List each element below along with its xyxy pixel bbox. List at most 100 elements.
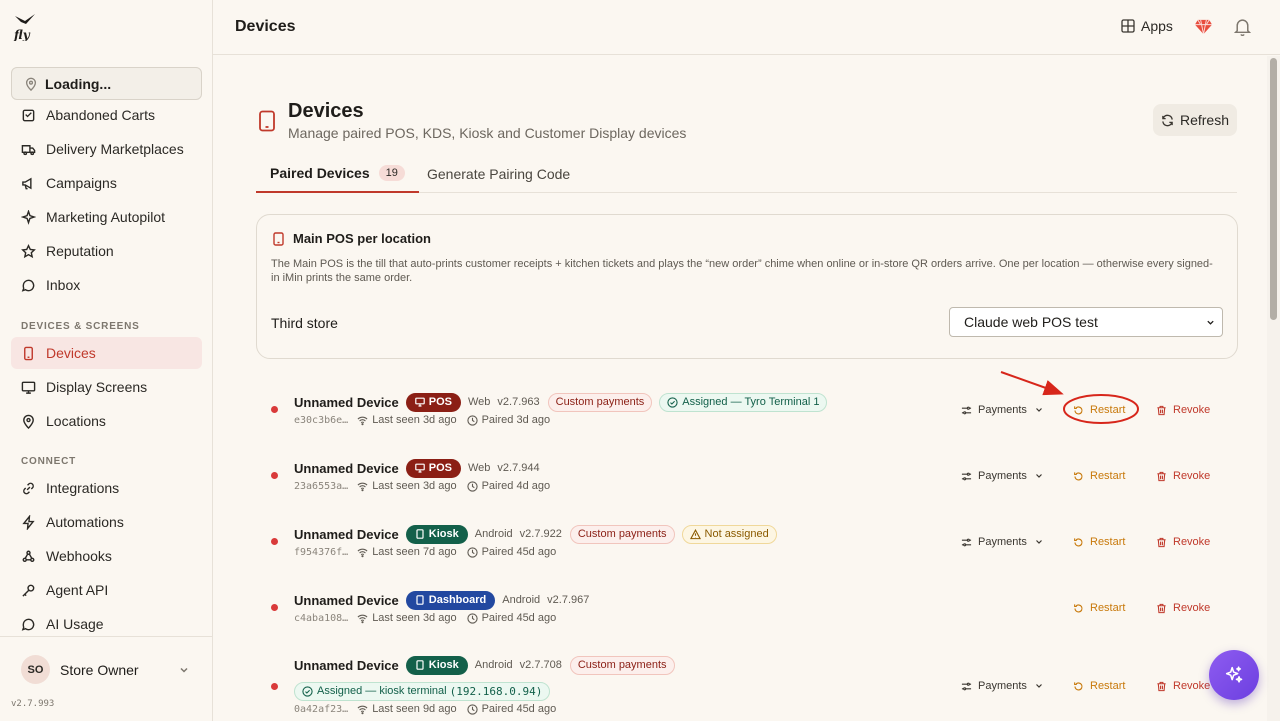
trash-icon <box>1157 603 1166 613</box>
revoke-button[interactable]: Revoke <box>1156 404 1210 416</box>
megaphone-icon <box>22 177 32 189</box>
user-menu[interactable]: SO Store Owner v2.7.993 <box>0 636 213 721</box>
key-icon <box>22 584 35 597</box>
main-pos-select[interactable]: Claude web POS test <box>949 307 1223 337</box>
payments-dropdown[interactable]: Payments <box>961 536 1043 548</box>
scrollbar-thumb[interactable] <box>1270 58 1277 320</box>
sidebar-item-reputation[interactable]: Reputation <box>11 235 202 267</box>
phone-icon <box>273 232 284 246</box>
restart-label: Restart <box>1090 602 1126 614</box>
sidebar-item-label: Automations <box>46 514 124 530</box>
tab-generate-pairing-code[interactable]: Generate Pairing Code <box>427 154 570 193</box>
platform: Web <box>468 396 491 408</box>
sidebar-item-inbox[interactable]: Inbox <box>11 269 202 301</box>
sliders-icon <box>961 538 972 546</box>
sidebar-item-label: Locations <box>46 413 106 429</box>
sidebar-item-label: Campaigns <box>46 175 117 191</box>
restart-label: Restart <box>1090 470 1126 482</box>
sidebar-item-label: Webhooks <box>46 548 112 564</box>
status-dot-offline <box>271 538 278 545</box>
refresh-label: Refresh <box>1179 112 1230 128</box>
revoke-label: Revoke <box>1173 470 1211 482</box>
sidebar-item-label: AI Usage <box>46 616 104 632</box>
monitor-icon <box>21 381 36 394</box>
app-version: v2.7.922 <box>519 528 562 540</box>
gem-icon[interactable] <box>1194 17 1213 36</box>
truck-icon <box>21 144 36 155</box>
app-version: v2.7.708 <box>519 659 562 671</box>
revoke-button[interactable]: Revoke <box>1156 680 1210 692</box>
chevron-down-icon <box>1035 684 1042 688</box>
sidebar-item-abandoned-carts[interactable]: Abandoned Carts <box>11 99 202 131</box>
device-name: Unnamed Device <box>294 526 399 542</box>
payments-dropdown[interactable]: Payments <box>961 470 1043 482</box>
device-name: Unnamed Device <box>294 592 399 608</box>
revoke-label: Revoke <box>1173 680 1211 692</box>
restart-button[interactable]: Restart <box>1073 602 1125 614</box>
sidebar-item-locations[interactable]: Locations <box>11 405 202 437</box>
section-label-connect: CONNECT <box>21 456 77 467</box>
type-badge: Kiosk <box>405 524 468 544</box>
sidebar-item-marketing-autopilot[interactable]: Marketing Autopilot <box>11 201 202 233</box>
revoke-label: Revoke <box>1173 404 1211 416</box>
device-row: Unnamed Device POS Web v2.7.963 Custom p… <box>256 392 1238 452</box>
platform: Web <box>468 462 491 474</box>
check-circle-icon <box>667 396 678 408</box>
chat-icon <box>21 618 35 631</box>
svg-text:fly: fly <box>13 28 31 41</box>
last-seen: Last seen 3d ago <box>372 414 457 426</box>
sidebar-item-display-screens[interactable]: Display Screens <box>11 371 202 403</box>
refresh-button[interactable]: Refresh <box>1153 104 1237 136</box>
ai-assistant-button[interactable] <box>1209 650 1259 700</box>
scrollbar[interactable] <box>1267 56 1280 721</box>
apps-button[interactable]: Apps <box>1121 18 1173 34</box>
status-dot-offline <box>271 472 278 479</box>
wifi-icon <box>357 548 368 557</box>
restart-button[interactable]: Restart <box>1073 470 1125 482</box>
user-name: Store Owner <box>60 662 139 678</box>
payments-dropdown[interactable]: Payments <box>961 680 1043 692</box>
fly-logo[interactable]: fly <box>13 13 37 41</box>
main-content: Devices Manage paired POS, KDS, Kiosk an… <box>213 56 1267 721</box>
sidebar-item-webhooks[interactable]: Webhooks <box>11 540 202 572</box>
phone-icon <box>259 110 275 132</box>
sidebar-item-delivery-marketplaces[interactable]: Delivery Marketplaces <box>11 133 202 165</box>
location-selector[interactable]: Loading... <box>11 67 202 100</box>
sidebar-item-campaigns[interactable]: Campaigns <box>11 167 202 199</box>
restart-button[interactable]: Restart <box>1073 536 1125 548</box>
link-icon <box>23 482 34 494</box>
revoke-button[interactable]: Revoke <box>1156 536 1210 548</box>
restart-label: Restart <box>1090 536 1126 548</box>
sliders-icon <box>961 406 972 414</box>
clock-icon <box>466 703 478 715</box>
revoke-button[interactable]: Revoke <box>1156 602 1210 614</box>
tab-label: Paired Devices <box>270 164 370 181</box>
tab-paired-devices[interactable]: Paired Devices 19 <box>256 154 419 193</box>
card-description: The Main POS is the till that auto-print… <box>271 258 1213 284</box>
monitor-icon <box>414 397 425 407</box>
topbar-title: Devices <box>235 18 296 35</box>
custom-payments-badge: Custom payments <box>547 392 653 412</box>
restart-button[interactable]: Restart <box>1073 680 1125 692</box>
sidebar-item-label: Delivery Marketplaces <box>46 141 184 157</box>
sidebar-item-devices[interactable]: Devices <box>11 337 202 369</box>
wifi-icon <box>357 416 368 425</box>
revoke-label: Revoke <box>1173 536 1211 548</box>
sidebar-item-automations[interactable]: Automations <box>11 506 202 538</box>
revoke-button[interactable]: Revoke <box>1156 470 1210 482</box>
grid-icon <box>1121 19 1135 33</box>
main-pos-selected: Claude web POS test <box>964 314 1098 330</box>
payments-dropdown[interactable]: Payments <box>961 404 1043 416</box>
restart-label: Restart <box>1090 404 1126 416</box>
restart-button[interactable]: Restart <box>1073 404 1125 416</box>
chat-icon <box>21 279 35 292</box>
sidebar-item-agent-api[interactable]: Agent API <box>11 574 202 606</box>
sparkles-icon <box>1225 666 1243 683</box>
payments-label: Payments <box>978 404 1027 416</box>
sidebar-item-integrations[interactable]: Integrations <box>11 472 202 504</box>
type-label: POS <box>428 396 452 408</box>
bell-icon[interactable] <box>1234 17 1251 36</box>
clock-icon <box>466 612 478 624</box>
top-bar: Devices Apps <box>213 0 1280 55</box>
trash-icon <box>1157 537 1166 547</box>
